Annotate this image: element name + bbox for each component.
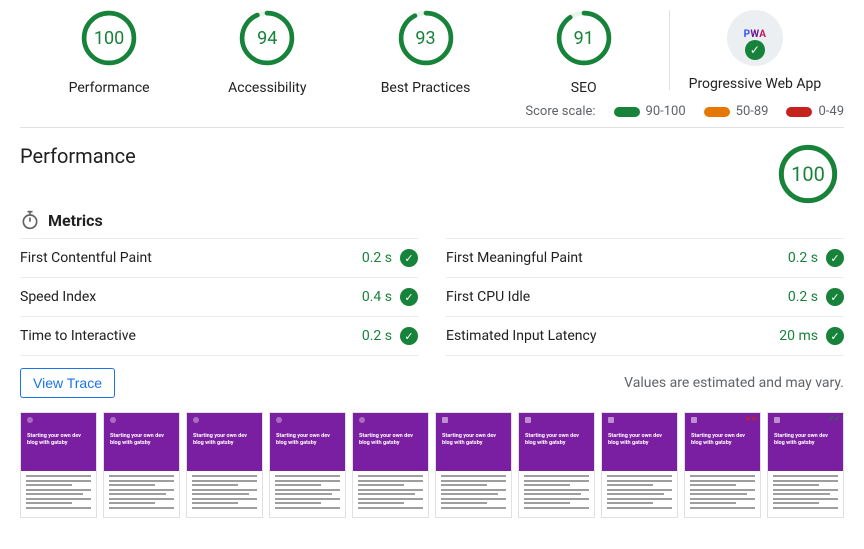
metrics-col-right: First Meaningful Paint0.2 s✓First CPU Id… — [446, 238, 844, 356]
gauge-performance: 100 — [81, 10, 137, 66]
filmstrip-frame[interactable]: Starting your own dev blog with gatsby — [103, 412, 180, 518]
gauge-value: 100 — [81, 10, 137, 66]
metric-row[interactable]: Speed Index0.4 s ✓ — [20, 278, 418, 317]
scale-label: Score scale: — [525, 104, 595, 119]
scale-average: 50-89 — [704, 104, 769, 119]
check-icon: ✓ — [826, 288, 844, 306]
score-summary-row: 100 Performance 94 Accessibility 93 Best… — [20, 10, 844, 102]
metric-row[interactable]: Time to Interactive0.2 s ✓ — [20, 317, 418, 356]
frame-hero-title: Starting your own dev blog with gatsby — [442, 433, 505, 447]
gauge-seo: 91 — [556, 10, 612, 66]
view-trace-button[interactable]: View Trace — [20, 368, 115, 398]
score-accessibility[interactable]: 94 Accessibility — [188, 10, 346, 96]
metric-row[interactable]: Estimated Input Latency20 ms ✓ — [446, 317, 844, 356]
section-title-performance: Performance — [20, 144, 136, 168]
filmstrip-frame[interactable]: Starting your own dev blog with gatsby — [352, 412, 429, 518]
metric-value: 0.2 s — [362, 250, 392, 266]
check-icon: ✓ — [400, 288, 418, 306]
metric-name: First Contentful Paint — [20, 250, 362, 266]
frame-hero-title: Starting your own dev blog with gatsby — [276, 433, 339, 447]
gauge-performance-large: 100 — [778, 144, 838, 204]
estimate-note: Values are estimated and may vary. — [624, 375, 844, 391]
pill-orange-icon — [704, 107, 730, 117]
score-best-practices[interactable]: 93 Best Practices — [346, 10, 504, 96]
gauge-value: 100 — [778, 144, 838, 204]
score-label: Best Practices — [381, 80, 471, 96]
metric-name: Estimated Input Latency — [446, 328, 779, 344]
metric-name: First Meaningful Paint — [446, 250, 788, 266]
frame-hero-title: Starting your own dev blog with gatsby — [608, 433, 671, 447]
gauge-accessibility: 94 — [239, 10, 295, 66]
metrics-grid: First Contentful Paint0.2 s✓Speed Index0… — [20, 238, 844, 356]
metric-row[interactable]: First Meaningful Paint0.2 s ✓ — [446, 238, 844, 278]
metric-value: 0.4 s — [362, 289, 392, 305]
filmstrip-frame[interactable]: Starting your own dev blog with gatsby — [20, 412, 97, 518]
metric-name: Time to Interactive — [20, 328, 362, 344]
status-ok-icon: ✓✓ — [828, 415, 840, 423]
pill-green-icon — [614, 107, 640, 117]
check-icon: ✓ — [400, 327, 418, 345]
filmstrip-frame[interactable]: Starting your own dev blog with gatsby ✓✓ — [767, 412, 844, 518]
pwa-badge-icon: PWA ✓ — [727, 10, 783, 66]
status-error-icon: ✕✕ — [745, 415, 757, 423]
score-label: Progressive Web App — [689, 76, 822, 92]
frame-hero-title: Starting your own dev blog with gatsby — [193, 433, 256, 447]
score-pwa[interactable]: PWA ✓ Progressive Web App — [676, 10, 834, 92]
gauge-value: 94 — [239, 10, 295, 66]
check-icon: ✓ — [400, 249, 418, 267]
metric-row[interactable]: First Contentful Paint0.2 s ✓ — [20, 238, 418, 278]
frame-hero-title: Starting your own dev blog with gatsby — [110, 433, 173, 447]
check-icon: ✓ — [826, 249, 844, 267]
gauge-value: 93 — [398, 10, 454, 66]
pill-red-icon — [786, 107, 812, 117]
metric-name: Speed Index — [20, 289, 362, 305]
divider — [20, 127, 844, 128]
score-seo[interactable]: 91 SEO — [505, 10, 663, 96]
scale-bad: 0-49 — [786, 104, 844, 119]
gauge-value: 91 — [556, 10, 612, 66]
metric-value: 0.2 s — [788, 250, 818, 266]
filmstrip-frame[interactable]: Starting your own dev blog with gatsby ✕✕ — [684, 412, 761, 518]
metric-value: 0.2 s — [788, 289, 818, 305]
check-icon: ✓ — [826, 327, 844, 345]
stopwatch-icon — [20, 210, 40, 230]
metrics-heading: Metrics — [48, 211, 103, 230]
scale-good: 90-100 — [614, 104, 686, 119]
score-performance[interactable]: 100 Performance — [30, 10, 188, 96]
metrics-col-left: First Contentful Paint0.2 s✓Speed Index0… — [20, 238, 418, 356]
check-icon: ✓ — [745, 40, 765, 60]
metric-value: 0.2 s — [362, 328, 392, 344]
vertical-divider — [669, 10, 670, 90]
score-scale-legend: Score scale: 90-100 50-89 0-49 — [20, 102, 844, 127]
frame-hero-title: Starting your own dev blog with gatsby — [691, 433, 754, 447]
frame-hero-title: Starting your own dev blog with gatsby — [525, 433, 588, 447]
frame-hero-title: Starting your own dev blog with gatsby — [359, 433, 422, 447]
score-label: Performance — [69, 80, 150, 96]
filmstrip-frame[interactable]: Starting your own dev blog with gatsby — [435, 412, 512, 518]
metric-name: First CPU Idle — [446, 289, 788, 305]
frame-hero-title: Starting your own dev blog with gatsby — [774, 433, 837, 447]
filmstrip-frame[interactable]: Starting your own dev blog with gatsby — [269, 412, 346, 518]
score-label: SEO — [571, 80, 597, 96]
filmstrip: Starting your own dev blog with gatsbySt… — [20, 412, 844, 518]
gauge-best-practices: 93 — [398, 10, 454, 66]
filmstrip-frame[interactable]: Starting your own dev blog with gatsby — [601, 412, 678, 518]
metric-row[interactable]: First CPU Idle0.2 s ✓ — [446, 278, 844, 317]
filmstrip-frame[interactable]: Starting your own dev blog with gatsby — [518, 412, 595, 518]
frame-hero-title: Starting your own dev blog with gatsby — [27, 433, 90, 447]
metric-value: 20 ms — [779, 328, 818, 344]
score-label: Accessibility — [228, 80, 306, 96]
filmstrip-frame[interactable]: Starting your own dev blog with gatsby — [186, 412, 263, 518]
